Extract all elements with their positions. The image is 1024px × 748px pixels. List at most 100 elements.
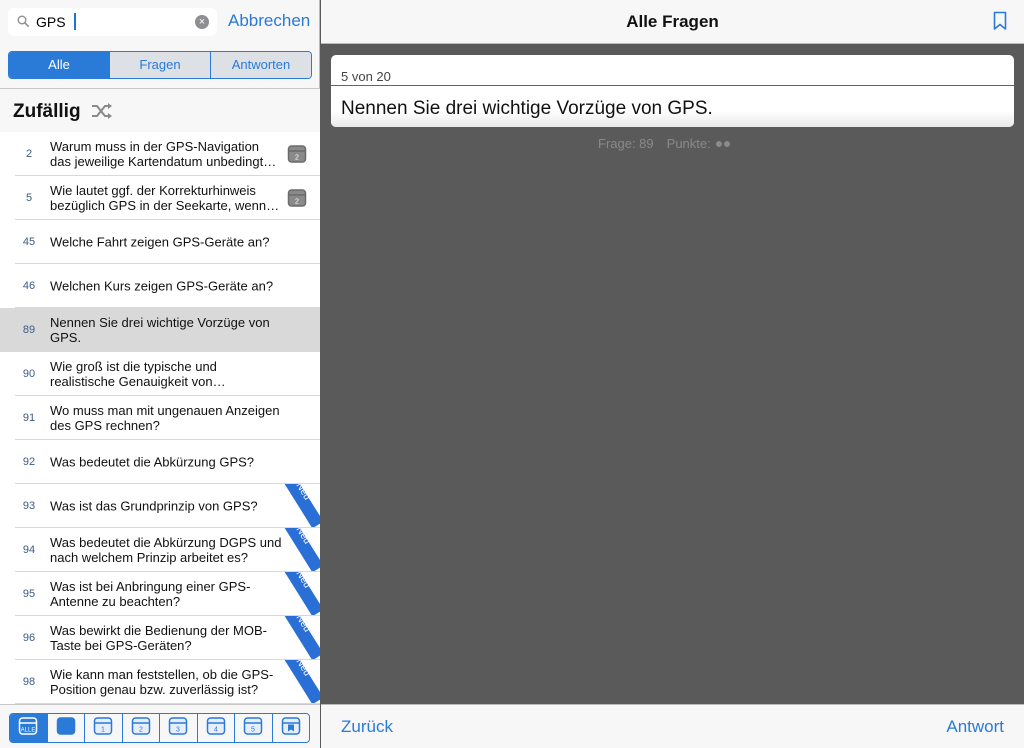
question-row-text: Wie groß ist die typische und realistisc… [50,359,217,389]
question-row-text: Wie kann man feststellen, ob die GPS-Pos… [50,667,274,697]
question-row[interactable]: 45 Welche Fahrt zeigen GPS-Geräte an? [0,220,320,264]
question-row-text: Welchen Kurs zeigen GPS-Geräte an? [50,278,274,294]
question-number: 46 [22,280,36,292]
clear-search-icon[interactable]: × [195,15,209,29]
question-card: 5 von 20 Nennen Sie drei wichtige Vorzüg… [331,55,1014,127]
new-badge: Neu [284,572,320,616]
new-badge: Neu [284,528,320,572]
bookmark-box-icon [281,716,301,741]
card-box-icon: 2 [287,188,307,208]
box-filter-new[interactable] [46,714,84,742]
box-filter-4[interactable]: 4 [196,714,234,742]
question-row-text: Was ist das Grundprinzip von GPS? [50,498,258,514]
box-filter-5[interactable]: 5 [234,714,272,742]
question-row[interactable]: 96 Was bewirkt die Bedienung der MOB-Tast… [0,616,320,660]
question-number: 89 [22,324,36,336]
search-field[interactable]: × [8,8,217,36]
detail-toolbar: Zurück Antwort [321,704,1024,748]
question-number: 94 [22,544,36,556]
search-bar: × Abbrechen [0,0,320,44]
new-badge: Neu [284,484,320,528]
list-header-title: Zufällig [13,101,81,122]
question-row-text: Warum muss in der GPS-Navigation das jew… [50,139,264,169]
detail-navigation-bar: Alle Fragen [321,0,1024,44]
question-number: 45 [22,236,36,248]
box-filter-2[interactable]: 2 [121,714,159,742]
cancel-search-button[interactable]: Abbrechen [228,11,310,31]
card-box-icon: 2 [131,716,151,741]
question-meta: Frage: 89 Punkte: [598,136,731,151]
question-row-text: Welche Fahrt zeigen GPS-Geräte an? [50,234,270,250]
question-row[interactable]: 95 Was ist bei Anbringung einer GPS-Anten… [0,572,320,616]
question-number: 95 [22,588,36,600]
question-row[interactable]: 90 Wie groß ist die typische und realisti… [0,352,320,396]
question-row[interactable]: 94 Was bedeutet die Abkürzung DGPS und na… [0,528,320,572]
search-input[interactable] [36,12,186,32]
card-box-icon: 4 [206,716,226,741]
question-row[interactable]: 89 Nennen Sie drei wichtige Vorzüge von G… [0,308,320,352]
question-list: 2 Warum muss in der GPS-Navigation das je… [0,132,320,704]
answer-button[interactable]: Antwort [946,717,1004,737]
svg-text:2: 2 [295,199,299,206]
question-number: 91 [22,412,36,424]
question-row-text: Was bewirkt die Bedienung der MOB-Taste … [50,623,268,653]
question-number: 90 [22,368,36,380]
question-row-text: Wie lautet ggf. der Korrekturhinweis bez… [50,183,267,213]
point-dot [716,141,723,147]
card-box-icon: 1 [93,716,113,741]
svg-text:1: 1 [101,726,105,733]
question-number: 92 [22,456,36,468]
question-number: 5 [25,192,33,204]
svg-text:ALLE: ALLE [21,727,36,733]
question-number: 2 [25,148,33,160]
question-row-text: Was ist bei Anbringung einer GPS-Antenne… [50,579,251,609]
new-badge: Neu [284,660,320,704]
question-row-text: Was bedeutet die Abkürzung DGPS und nach… [50,535,282,565]
bookmark-icon[interactable] [993,11,1007,31]
filter-segmented-control: Alle Fragen Antworten [8,51,312,79]
question-row-text: Wo muss man mit ungenauen Anzeigen des G… [50,403,280,433]
box-filter-alle[interactable]: ALLE [10,714,47,742]
question-row[interactable]: 91 Wo muss man mit ungenauen Anzeigen des… [0,396,320,440]
question-number: 96 [22,632,36,644]
svg-text:2: 2 [295,155,299,162]
point-dot [724,141,731,147]
question-row[interactable]: 92 Was bedeutet die Abkürzung GPS? [0,440,320,484]
question-row[interactable]: 98 Wie kann man feststellen, ob die GPS-P… [0,660,320,704]
question-progress: 5 von 20 [341,69,391,84]
svg-text:4: 4 [214,726,218,733]
points-indicator [714,136,731,151]
question-row[interactable]: 93 Was ist das Grundprinzip von GPS? Neu [0,484,320,528]
back-button[interactable]: Zurück [341,717,393,737]
card-box-icon: 5 [243,716,263,741]
points-label: Punkte: [666,136,711,151]
box-filter-bar: ALLE 1 2 3 4 5 [0,704,320,748]
svg-text:3: 3 [176,726,180,733]
card-box-icon: ALLE [18,716,38,741]
tab-fragen[interactable]: Fragen [109,52,210,78]
question-number: 93 [22,500,36,512]
box-filter-bookmarked[interactable] [271,714,309,742]
text-caret [74,13,76,30]
box-filter-1[interactable]: 1 [84,714,122,742]
question-row[interactable]: 46 Welchen Kurs zeigen GPS-Geräte an? [0,264,320,308]
detail-title: Alle Fragen [626,12,719,31]
box-filter-control: ALLE 1 2 3 4 5 [9,713,310,743]
question-row-text: Was bedeutet die Abkürzung GPS? [50,454,255,470]
card-box-icon: 3 [168,716,188,741]
new-badge: Neu [284,616,320,660]
list-header[interactable]: Zufällig [0,88,320,132]
tab-alle[interactable]: Alle [9,52,109,78]
question-row-text: Nennen Sie drei wichtige Vorzüge von GPS… [50,315,270,345]
sidebar: × Abbrechen AlleFragenAntworten Zufällig… [0,0,320,748]
svg-text:2: 2 [139,726,143,733]
tab-antworten[interactable]: Antworten [210,52,311,78]
question-row[interactable]: 5 Wie lautet ggf. der Korrekturhinweis be… [0,176,320,220]
search-icon [17,15,29,27]
card-divider [331,85,1014,86]
question-text: Nennen Sie drei wichtige Vorzüge von GPS… [341,98,713,119]
shuffle-icon[interactable] [91,102,113,120]
card-box-icon: 2 [287,144,307,164]
box-filter-3[interactable]: 3 [159,714,197,742]
question-row[interactable]: 2 Warum muss in der GPS-Navigation das je… [0,132,320,176]
